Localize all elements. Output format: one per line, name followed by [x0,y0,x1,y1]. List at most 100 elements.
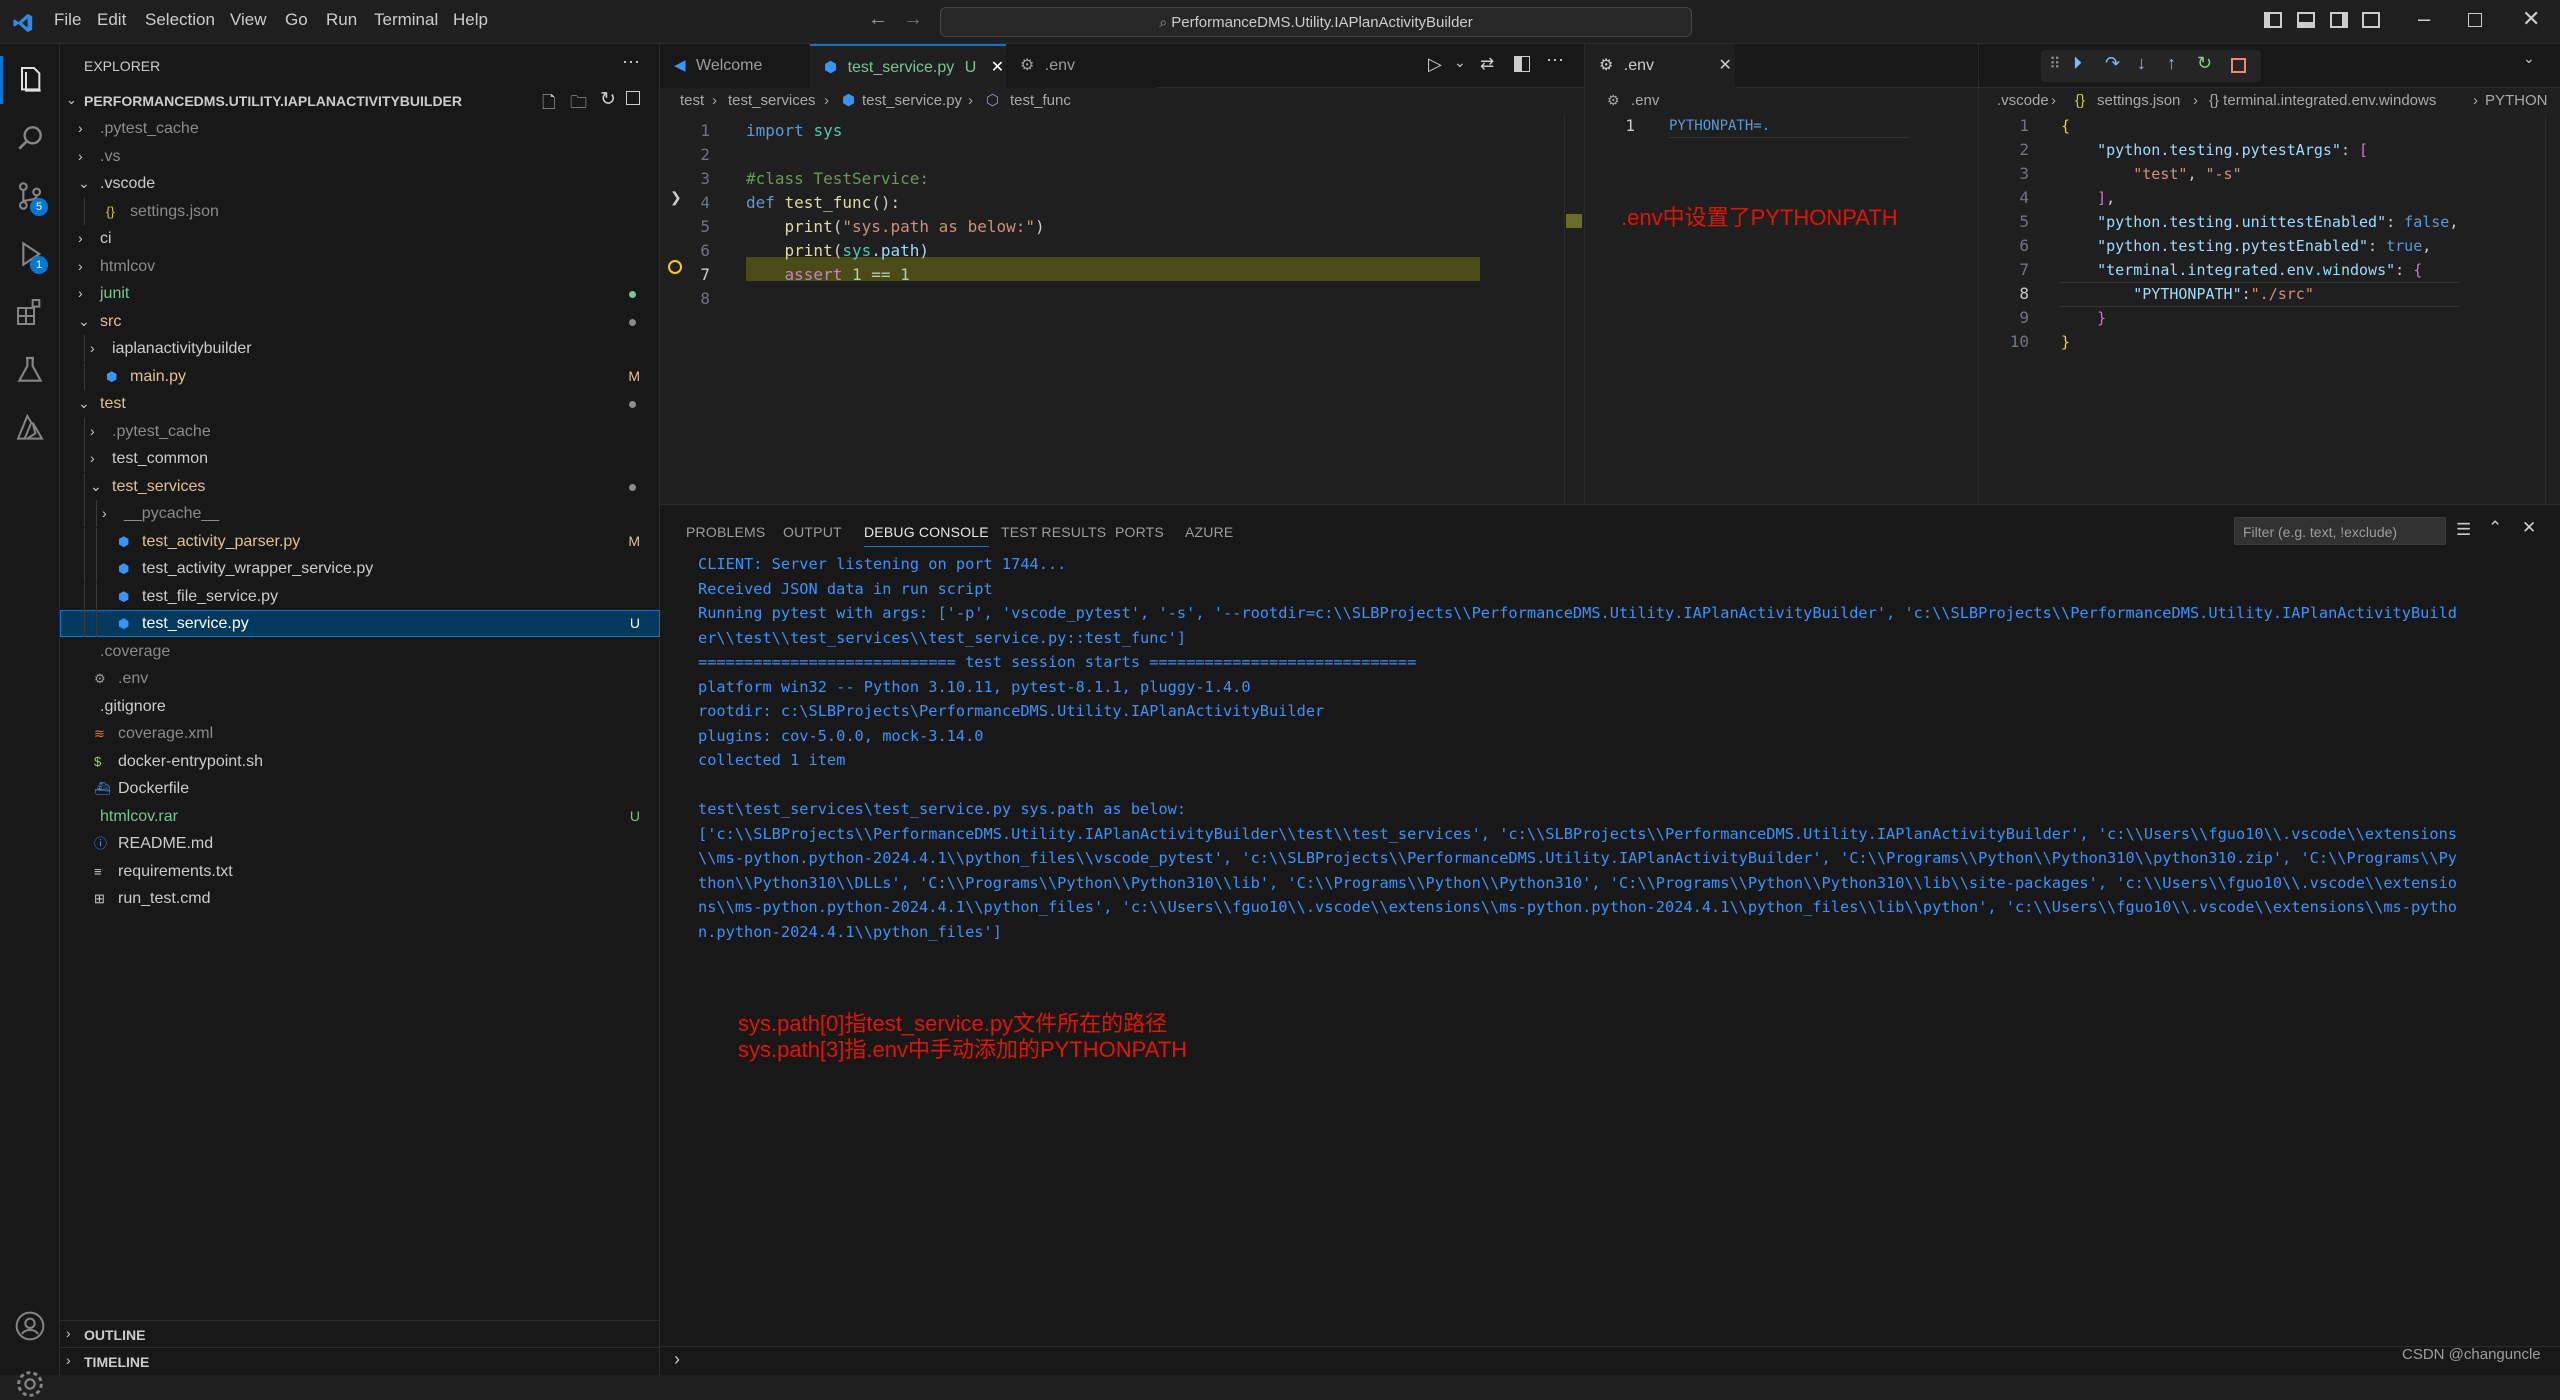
step-out-icon[interactable]: ↑ [2167,53,2176,74]
code-line[interactable]: print(sys.path) [746,239,930,263]
tree-item[interactable]: $ docker-entrypoint.sh [60,748,660,775]
breadcrumb-item[interactable]: test [680,92,704,109]
minimize-icon[interactable]: – [2418,6,2430,32]
restore-icon[interactable] [2468,13,2482,27]
close-tab-icon[interactable]: ✕ [991,59,1004,76]
tree-item[interactable]: .gitignore [60,693,660,720]
outline-section[interactable]: › OUTLINE [60,1320,660,1347]
run-python-file-icon[interactable]: ▷ [1428,54,1442,75]
tree-item[interactable]: ⬢ main.py M [60,362,660,390]
tree-item[interactable]: › .vs [60,143,660,170]
close-tab-icon[interactable]: ✕ [1719,57,1732,74]
repl-input[interactable]: › [660,1346,2560,1375]
menu-run[interactable]: Run [326,10,357,30]
code-line[interactable]: import sys [746,119,842,143]
tree-item[interactable]: ≋ coverage.xml [60,720,660,747]
tab-env-active[interactable]: ⚙ .env ✕ [1585,44,1735,88]
tree-item[interactable]: › test_common [60,445,660,472]
clear-console-icon[interactable]: ☰ [2456,520,2471,540]
restart-icon[interactable]: ↻ [2197,53,2212,74]
more-actions-icon[interactable]: ⋯ [622,52,640,73]
tree-item[interactable]: › __pycache__ [60,500,660,527]
filter-input[interactable]: Filter (e.g. text, !exclude) [2243,524,2397,540]
code-line[interactable]: "PYTHONPATH":"./src" [2061,282,2314,306]
manage-gear-icon[interactable] [14,1368,46,1400]
command-center[interactable]: ⌕ PerformanceDMS.Utility.IAPlanActivityB… [940,7,1692,37]
tree-item[interactable]: › .pytest_cache [60,417,660,445]
tree-item[interactable]: ⌄ .vscode [60,170,660,197]
breadcrumb-item[interactable]: .env [1631,92,1659,109]
code-line[interactable]: print("sys.path as below:") [746,215,1045,239]
editor1-code[interactable]: ❯ 1 import sys 2 3 #class TestService: 4 def t… [660,114,1584,504]
toggle-primary-sidebar-icon[interactable] [2264,12,2282,28]
tree-item[interactable]: ⬢ test_activity_parser.py M [60,527,660,555]
tree-item[interactable]: {} settings.json [60,197,660,225]
panel-tab-debug-console[interactable]: DEBUG CONSOLE [864,524,989,547]
nav-back-icon[interactable]: ← [868,8,888,31]
tree-item[interactable]: htmlcov.rar U [60,803,660,830]
tree-item[interactable]: ⌄ test_services [60,472,660,500]
tree-item[interactable]: ⬢ test_service.py U [60,610,660,637]
menu-go[interactable]: Go [285,10,308,30]
explorer-root-header[interactable]: ⌄ PERFORMANCEDMS.UTILITY.IAPLANACTIVITYB… [60,88,660,115]
maximize-panel-icon[interactable]: ⌃ [2488,518,2502,538]
menu-help[interactable]: Help [453,10,488,30]
breadcrumb-item[interactable]: .vscode [1997,92,2049,109]
breadcrumb-item[interactable]: test_services [728,92,816,109]
continue-icon[interactable]: ⏵ [2073,53,2082,74]
tree-item[interactable]: › junit [60,280,660,307]
stop-icon[interactable] [2231,58,2246,73]
tree-item[interactable]: › iaplanactivitybuilder [60,335,660,362]
tree-item[interactable]: .coverage [60,638,660,665]
filter-input-wrap[interactable]: Filter (e.g. text, !exclude) [2234,517,2446,545]
nav-forward-icon[interactable]: → [903,8,923,31]
tree-item[interactable]: ⓘ README.md [60,830,660,857]
drag-handle-icon[interactable]: ⠿ [2049,54,2061,74]
testing-icon[interactable] [14,354,46,386]
code-line[interactable]: assert 1 == 1 [746,263,910,287]
more-actions-icon[interactable]: ⋯ [1546,50,1564,71]
panel-tab-ports[interactable]: PORTS [1115,524,1164,540]
code-line[interactable]: def test_func(): [746,191,900,215]
tree-item[interactable]: ⬢ test_activity_wrapper_service.py [60,555,660,582]
menu-view[interactable]: View [230,10,267,30]
menu-terminal[interactable]: Terminal [374,10,438,30]
tab-test-service[interactable]: ⬢ test_service.py U ✕ [810,44,1006,88]
code-line[interactable]: "python.testing.pytestEnabled": true, [2061,234,2431,258]
panel-tab-output[interactable]: OUTPUT [783,524,842,540]
code-line[interactable]: "terminal.integrated.env.windows": { [2061,258,2422,282]
scrollbar-track[interactable] [2545,114,2546,504]
editor3-code[interactable]: 1{2 "python.testing.pytestArgs": [3 "tes… [1979,114,2560,504]
menu-edit[interactable]: Edit [97,10,126,30]
tree-item[interactable]: ⬢ test_file_service.py [60,582,660,610]
tree-item[interactable]: ⛴ Dockerfile [60,775,660,802]
toggle-secondary-sidebar-icon[interactable] [2330,12,2348,28]
extensions-icon[interactable] [14,296,46,328]
code-line[interactable]: "python.testing.pytestArgs": [ [2061,138,2368,162]
tree-item[interactable]: ⌄ test [60,390,660,417]
panel-tab-azure[interactable]: AZURE [1185,524,1233,540]
customize-layout-icon[interactable] [2362,12,2380,28]
tab-welcome[interactable]: ◀ Welcome [660,44,810,88]
tree-item[interactable]: › ci [60,225,660,252]
code-line[interactable]: "test", "-s" [2061,162,2241,186]
explorer-icon[interactable] [14,64,46,96]
open-changes-icon[interactable]: ⇄ [1480,54,1494,74]
code-line[interactable]: #class TestService: [746,167,929,191]
accounts-icon[interactable] [14,1310,46,1342]
step-into-icon[interactable]: ↓ [2137,53,2146,74]
code-line[interactable]: ], [2061,186,2115,210]
close-window-icon[interactable]: ✕ [2522,6,2540,32]
tree-item[interactable]: ⊞ run_test.cmd [60,885,660,912]
menu-selection[interactable]: Selection [145,10,215,30]
tree-item[interactable]: › htmlcov [60,253,660,280]
code-line[interactable]: { [2061,114,2070,138]
close-panel-icon[interactable]: ✕ [2522,518,2536,538]
refresh-icon[interactable]: ↻ [600,88,616,111]
tab-env[interactable]: ⚙ .env [1006,44,1156,88]
breadcrumb-item[interactable]: test_service.py [862,92,962,109]
menu-file[interactable]: File [54,10,81,30]
breadcrumb-item[interactable]: {} terminal.integrated.env.windows [2209,92,2436,109]
step-over-icon[interactable]: ↷ [2105,53,2120,74]
chevron-down-icon[interactable]: ⌄ [1454,54,1466,71]
